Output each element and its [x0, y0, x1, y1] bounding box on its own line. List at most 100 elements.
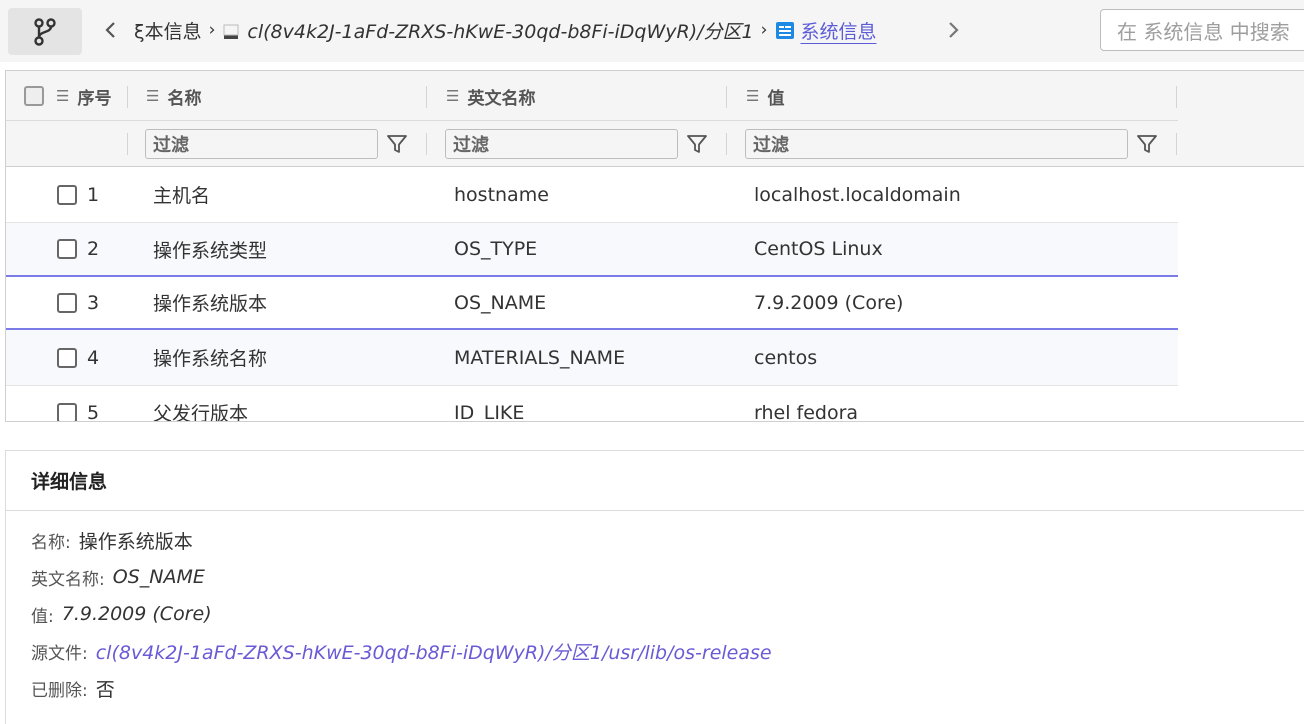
column-divider: [1176, 133, 1177, 155]
list-icon: ☰: [446, 87, 460, 105]
detail-label: 英文名称:: [31, 569, 105, 590]
filter-placeholder: 过滤: [453, 135, 489, 156]
row-english-name: hostname: [454, 183, 549, 206]
column-header-name[interactable]: ☰ 名称: [146, 71, 201, 121]
column-divider: [127, 133, 128, 155]
column-header-english-name[interactable]: ☰ 英文名称: [446, 71, 535, 121]
detail-value: 操作系统版本: [78, 530, 193, 553]
forward-button[interactable]: [944, 16, 964, 44]
row-name: 操作系统版本: [153, 293, 268, 315]
detail-label: 名称:: [31, 532, 71, 553]
grid-header: ☰ 序号 ☰ 名称 ☰ 英文名称 ☰ 值 过滤 过滤 过滤: [6, 71, 1304, 167]
column-label: 值: [767, 88, 785, 109]
breadcrumb-separator: ›: [208, 20, 216, 40]
column-divider[interactable]: [726, 86, 727, 108]
column-label: 名称: [167, 88, 202, 109]
row-index: 1: [87, 183, 100, 206]
value-filter-button[interactable]: [1133, 130, 1161, 158]
top-toolbar: ξ本信息 › cl(8v4k2J-1aFd-ZRXS-hKwE-30qd-b8F…: [0, 0, 1304, 62]
english-name-filter-button[interactable]: [683, 130, 711, 158]
chevron-left-icon: [105, 22, 115, 38]
column-header-value[interactable]: ☰ 值: [746, 71, 784, 121]
grid-body: 1 主机名 hostname localhost.localdomain 2 操…: [6, 167, 1178, 422]
column-divider: [426, 133, 427, 155]
select-all-checkbox[interactable]: [24, 86, 44, 106]
row-name: 主机名: [153, 185, 211, 207]
detail-field-deleted: 已删除: 否: [31, 673, 115, 703]
column-divider[interactable]: [127, 86, 128, 108]
row-checkbox[interactable]: [57, 239, 77, 259]
row-name: 操作系统类型: [153, 239, 268, 262]
back-button[interactable]: [100, 16, 120, 44]
detail-value: 否: [95, 678, 115, 701]
breadcrumb-separator: ›: [760, 20, 768, 40]
search-placeholder: 在 系统信息 中搜索: [1117, 19, 1290, 44]
breadcrumb-item-basic-info[interactable]: ξ本信息: [134, 17, 202, 44]
detail-field-english-name: 英文名称: OS_NAME: [31, 562, 205, 592]
disk-icon: [222, 20, 240, 40]
row-checkbox[interactable]: [57, 347, 77, 368]
filter-placeholder: 过滤: [153, 135, 189, 156]
row-value: localhost.localdomain: [754, 183, 961, 206]
table-row[interactable]: 5 父发行版本 ID_LIKE rhel fedora: [6, 386, 1178, 422]
detail-field-name: 名称: 操作系统版本: [31, 525, 193, 555]
detail-field-source-file: 源文件: cl(8v4k2J-1aFd-ZRXS-hKwE-30qd-b8Fi-…: [31, 636, 772, 666]
filter-icon: [687, 135, 707, 153]
name-filter-button[interactable]: [383, 130, 411, 158]
detail-value: 7.9.2009 (Core): [61, 603, 212, 625]
detail-field-value: 值: 7.9.2009 (Core): [31, 599, 212, 629]
column-header-row: ☰ 序号 ☰ 名称 ☰ 英文名称 ☰ 值: [6, 71, 1178, 121]
row-index: 2: [87, 238, 100, 260]
row-checkbox[interactable]: [57, 402, 77, 421]
detail-value: OS_NAME: [112, 566, 205, 588]
search-input[interactable]: 在 系统信息 中搜索: [1100, 9, 1304, 51]
list-icon: ☰: [746, 87, 760, 105]
detail-label: 已删除:: [31, 680, 88, 701]
list-icon: ☰: [146, 87, 160, 105]
breadcrumb-item-system-info[interactable]: 系统信息: [774, 17, 876, 44]
row-english-name: OS_TYPE: [454, 238, 538, 260]
breadcrumb-label: ξ本信息: [134, 20, 202, 43]
column-label: 序号: [77, 88, 112, 109]
select-all-cell: [24, 71, 44, 121]
row-value: centos: [754, 346, 818, 369]
table-row-selected[interactable]: 3 操作系统版本 OS_NAME 7.9.2009 (Core): [6, 275, 1178, 330]
table-row[interactable]: 4 操作系统名称 MATERIALS_NAME centos: [6, 330, 1178, 386]
filter-icon: [1137, 135, 1157, 153]
breadcrumb: ξ本信息 › cl(8v4k2J-1aFd-ZRXS-hKwE-30qd-b8F…: [134, 15, 934, 45]
table-row[interactable]: 2 操作系统类型 OS_TYPE CentOS Linux: [6, 223, 1178, 276]
filter-placeholder: 过滤: [753, 135, 789, 156]
column-header-index[interactable]: ☰ 序号: [56, 71, 111, 121]
row-english-name: ID_LIKE: [454, 401, 525, 422]
row-value: CentOS Linux: [754, 238, 883, 260]
column-divider[interactable]: [426, 86, 427, 108]
column-divider: [726, 133, 727, 155]
row-value: 7.9.2009 (Core): [754, 291, 904, 314]
source-file-link[interactable]: cl(8v4k2J-1aFd-ZRXS-hKwE-30qd-b8Fi-iDqWy…: [96, 638, 772, 665]
breadcrumb-label: 系统信息: [800, 20, 877, 43]
column-divider[interactable]: [1176, 86, 1177, 108]
row-value: rhel fedora: [754, 401, 859, 422]
row-checkbox[interactable]: [57, 184, 77, 205]
name-filter-input[interactable]: 过滤: [145, 129, 378, 159]
english-name-filter-input[interactable]: 过滤: [445, 129, 678, 159]
table-row[interactable]: 1 主机名 hostname localhost.localdomain: [6, 167, 1178, 223]
column-label: 英文名称: [467, 88, 536, 109]
list-icon: ☰: [56, 87, 70, 105]
detail-panel: 详细信息 名称: 操作系统版本 英文名称: OS_NAME 值: 7.9.200…: [5, 450, 1304, 724]
row-english-name: MATERIALS_NAME: [454, 346, 626, 369]
value-filter-input[interactable]: 过滤: [745, 129, 1128, 159]
row-english-name: OS_NAME: [454, 291, 547, 314]
chevron-right-icon: [949, 22, 959, 38]
system-info-icon: [774, 19, 796, 41]
row-index: 3: [87, 291, 100, 314]
detail-label: 值:: [31, 606, 54, 627]
row-name: 父发行版本: [153, 403, 249, 422]
row-index: 4: [87, 346, 100, 369]
branch-button[interactable]: [8, 8, 82, 55]
row-checkbox[interactable]: [57, 292, 77, 313]
filter-icon: [387, 135, 407, 153]
detail-title: 详细信息: [6, 451, 1304, 511]
row-name: 操作系统名称: [153, 348, 268, 370]
breadcrumb-item-partition[interactable]: cl(8v4k2J-1aFd-ZRXS-hKwE-30qd-b8Fi-iDqWy…: [222, 17, 754, 44]
